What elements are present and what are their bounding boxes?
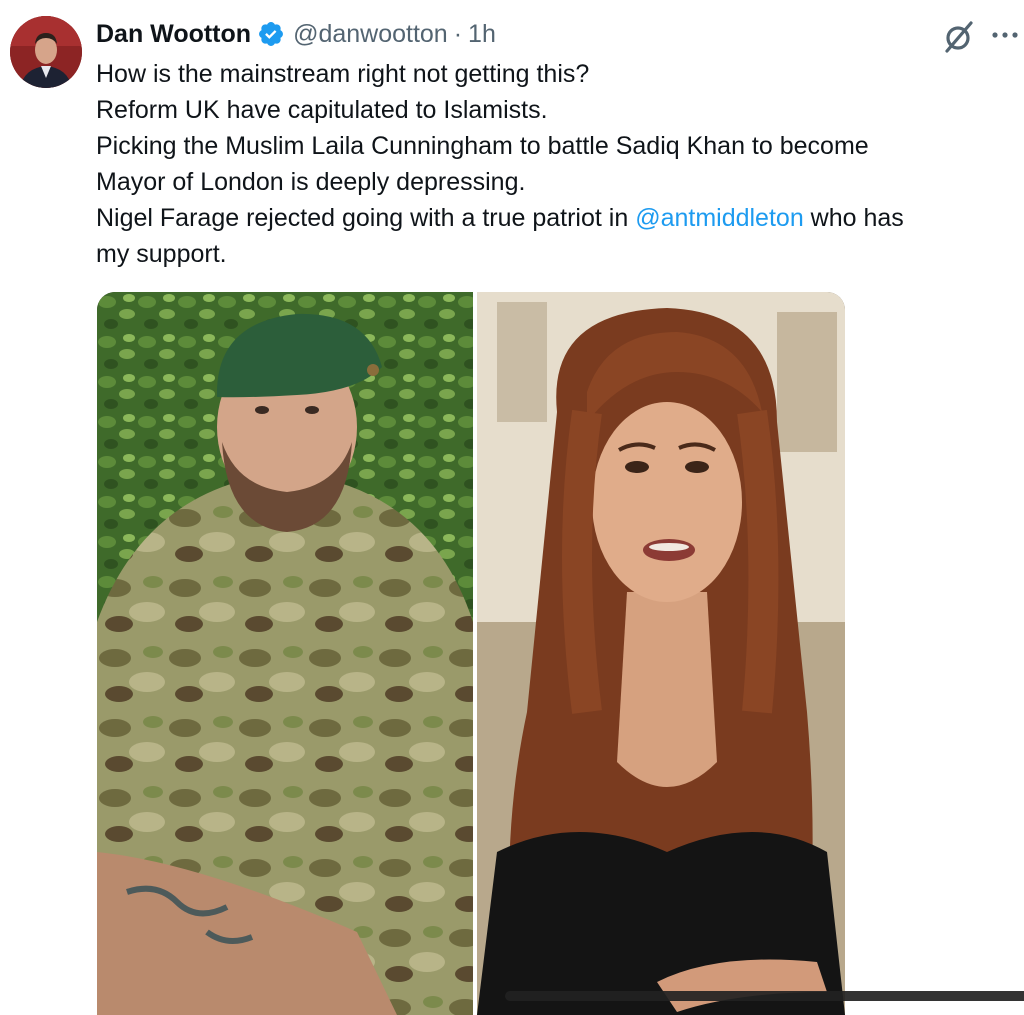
tweet-line: Reform UK have capitulated to Islamists. — [96, 96, 548, 124]
more-options-icon[interactable] — [988, 20, 1022, 50]
timestamp[interactable]: 1h — [468, 20, 496, 49]
verified-badge-icon[interactable] — [257, 20, 285, 48]
tweet-media[interactable] — [97, 292, 845, 1015]
tweet-line: Picking the Muslim Laila Cunningham to b… — [96, 132, 869, 160]
tweet-line: How is the mainstream right not getting … — [96, 60, 590, 88]
media-photo-right[interactable] — [477, 292, 845, 1015]
tweet-header: Dan Wootton @danwootton · 1h — [96, 14, 496, 54]
mention-link[interactable]: @antmiddleton — [635, 204, 804, 232]
separator-dot: · — [453, 19, 463, 48]
tweet-line-text: Nigel Farage rejected going with a true … — [96, 204, 636, 232]
tweet-line: Nigel Farage rejected going with a true … — [96, 200, 1006, 236]
media-scrollbar[interactable] — [505, 991, 1024, 1001]
avatar[interactable] — [10, 16, 82, 88]
media-photo-left[interactable] — [97, 292, 473, 1015]
tweet-line: Mayor of London is deeply depressing. — [96, 168, 526, 196]
tweet[interactable]: Dan Wootton @danwootton · 1h How is the … — [0, 0, 1024, 1015]
tweet-text: How is the mainstream right not getting … — [96, 56, 1006, 272]
grok-icon[interactable] — [938, 16, 980, 58]
display-name[interactable]: Dan Wootton — [96, 20, 251, 49]
tweet-line: my support. — [96, 240, 227, 268]
tweet-line-text: who has — [803, 204, 904, 232]
user-handle[interactable]: @danwootton — [293, 20, 448, 49]
